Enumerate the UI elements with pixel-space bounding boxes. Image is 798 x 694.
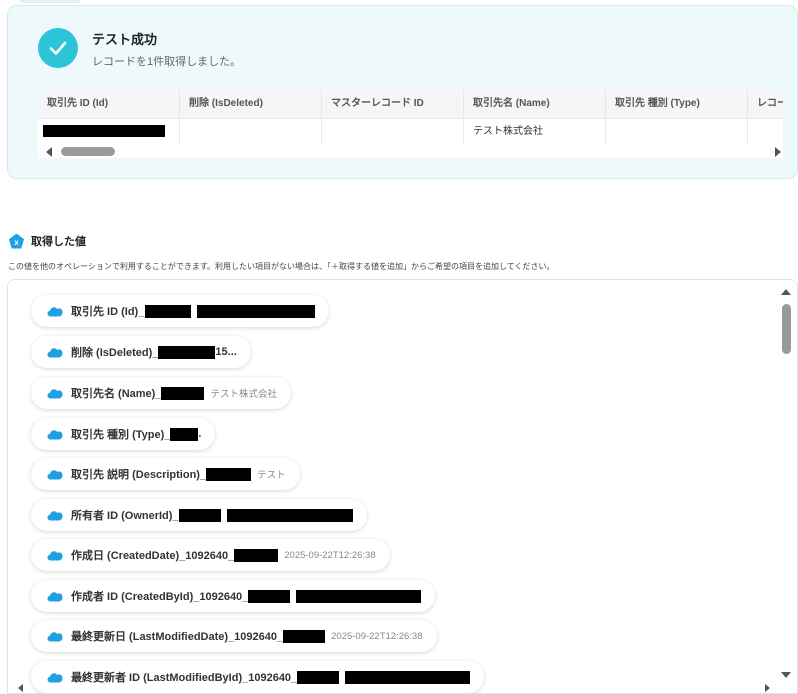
scroll-right-icon[interactable] bbox=[765, 684, 770, 692]
value-text: テスト株式会社 bbox=[210, 389, 277, 400]
redacted-block bbox=[248, 589, 291, 603]
section-title: 取得した値 bbox=[31, 236, 86, 248]
table-header: マスターレコード ID bbox=[322, 89, 464, 118]
value-label: 取引先 説明 (Description)_ bbox=[71, 469, 207, 481]
value-label: 作成者 ID (CreatedById)_1092640_ bbox=[71, 591, 249, 603]
salesforce-cloud-icon bbox=[47, 510, 63, 520]
values-panel: 取引先 ID (Id)_ 削除 (IsDeleted)_ 15... 取引先名 … bbox=[7, 279, 798, 694]
table-header-row: 取引先 ID (Id) 削除 (IsDeleted) マスターレコード ID 取… bbox=[38, 89, 783, 119]
table-header: 取引先 種別 (Type) bbox=[606, 89, 748, 118]
redacted-block bbox=[158, 345, 216, 359]
salesforce-cloud-icon bbox=[47, 550, 63, 560]
value-label: 削除 (IsDeleted)_ bbox=[71, 347, 159, 359]
value-chip[interactable]: 作成日 (CreatedDate)_1092640_ 2025-09-22T12… bbox=[31, 539, 390, 571]
salesforce-cloud-icon bbox=[47, 469, 63, 479]
scroll-up-icon[interactable] bbox=[781, 289, 791, 295]
section-header: x 取得した値 bbox=[9, 233, 86, 249]
table-header: 取引先 ID (Id) bbox=[38, 89, 180, 118]
scroll-down-icon[interactable] bbox=[781, 672, 791, 678]
value-suffix: 15... bbox=[215, 346, 237, 358]
check-icon bbox=[38, 28, 78, 68]
table-cell: テスト株式会社 bbox=[464, 119, 606, 144]
value-chip[interactable]: 所有者 ID (OwnerId)_ bbox=[31, 499, 367, 531]
scroll-right-icon[interactable] bbox=[775, 147, 781, 157]
value-label: 取引先名 (Name)_ bbox=[71, 388, 162, 400]
value-text: 2025-09-22T12:26:38 bbox=[284, 549, 376, 561]
salesforce-cloud-icon bbox=[47, 631, 63, 641]
value-chip[interactable]: 最終更新日 (LastModifiedDate)_1092640_ 2025-0… bbox=[31, 620, 437, 652]
value-text: 2025-09-22T12:26:38 bbox=[331, 630, 423, 642]
table-header: 削除 (IsDeleted) bbox=[180, 89, 322, 118]
top-edge bbox=[20, 0, 80, 3]
redacted-block bbox=[226, 508, 353, 522]
value-chip[interactable]: 作成者 ID (CreatedById)_1092640_ bbox=[31, 580, 436, 612]
value-suffix: . bbox=[198, 428, 202, 440]
value-label: 所有者 ID (OwnerId)_ bbox=[71, 510, 179, 522]
value-label: 取引先 種別 (Type)_ bbox=[71, 429, 171, 441]
redacted-block bbox=[197, 304, 316, 318]
value-chip[interactable]: 取引先 ID (Id)_ bbox=[31, 295, 330, 327]
redacted-block bbox=[206, 467, 252, 481]
salesforce-cloud-icon bbox=[47, 347, 63, 357]
salesforce-cloud-icon bbox=[47, 429, 63, 439]
section-description: この値を他のオペレーションで利用することができます。利用したい項目がない場合は、… bbox=[8, 262, 555, 271]
redacted-block bbox=[145, 304, 192, 318]
scroll-thumb[interactable] bbox=[61, 147, 115, 156]
value-label: 最終更新日 (LastModifiedDate)_1092640_ bbox=[71, 631, 284, 643]
salesforce-cloud-icon bbox=[47, 388, 63, 398]
table-cell bbox=[748, 119, 783, 144]
value-chip[interactable]: 取引先名 (Name)_ テスト株式会社 bbox=[31, 377, 291, 409]
vertical-scrollbar[interactable] bbox=[777, 280, 797, 693]
redacted-block bbox=[283, 629, 326, 643]
value-text: テスト bbox=[257, 470, 286, 481]
redacted-block bbox=[161, 386, 205, 400]
value-label: 取引先 ID (Id)_ bbox=[71, 306, 145, 318]
redacted-block bbox=[170, 427, 199, 441]
x-badge-icon: x bbox=[9, 233, 24, 249]
redacted-block bbox=[43, 125, 165, 138]
scroll-thumb[interactable] bbox=[782, 304, 791, 354]
redacted-block bbox=[345, 670, 471, 684]
scroll-left-icon[interactable] bbox=[46, 147, 52, 157]
value-chip[interactable]: 最終更新者 ID (LastModifiedById)_1092640_ bbox=[31, 661, 485, 693]
result-table: 取引先 ID (Id) 削除 (IsDeleted) マスターレコード ID 取… bbox=[38, 89, 783, 144]
test-result-card: テスト成功 レコードを1件取得しました。 取引先 ID (Id) 削除 (IsD… bbox=[7, 5, 798, 179]
value-label: 最終更新者 ID (LastModifiedById)_1092640_ bbox=[71, 672, 298, 684]
redacted-block bbox=[234, 548, 279, 562]
salesforce-cloud-icon bbox=[47, 306, 63, 316]
redacted-block bbox=[178, 508, 221, 522]
value-chip[interactable]: 削除 (IsDeleted)_ 15... bbox=[31, 336, 251, 368]
table-header: レコー bbox=[748, 89, 783, 118]
value-chip[interactable]: 取引先 種別 (Type)_ . bbox=[31, 418, 216, 450]
result-subtitle: レコードを1件取得しました。 bbox=[92, 56, 242, 68]
table-row: テスト株式会社 bbox=[38, 119, 783, 144]
redacted-block bbox=[297, 670, 340, 684]
result-title: テスト成功 bbox=[92, 32, 158, 47]
table-cell bbox=[606, 119, 748, 144]
table-cell bbox=[38, 119, 180, 144]
scroll-left-icon[interactable] bbox=[18, 684, 23, 692]
table-header: 取引先名 (Name) bbox=[464, 89, 606, 118]
value-label: 作成日 (CreatedDate)_1092640_ bbox=[71, 550, 235, 562]
salesforce-cloud-icon bbox=[47, 672, 63, 682]
redacted-block bbox=[296, 589, 422, 603]
salesforce-cloud-icon bbox=[47, 591, 63, 601]
horizontal-scrollbar[interactable] bbox=[38, 144, 783, 158]
table-cell bbox=[180, 119, 322, 144]
value-chip[interactable]: 取引先 説明 (Description)_ テスト bbox=[31, 458, 300, 490]
table-cell bbox=[322, 119, 464, 144]
